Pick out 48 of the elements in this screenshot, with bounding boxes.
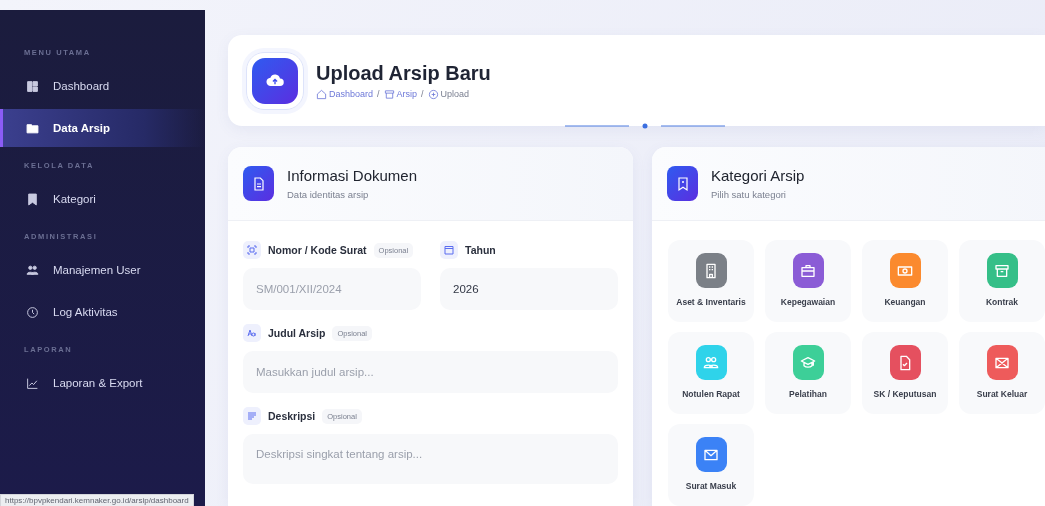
field-label: Judul Arsip xyxy=(268,327,326,339)
field-label: Nomor / Kode Surat xyxy=(268,244,367,256)
breadcrumb-link[interactable]: Dashboard xyxy=(329,89,374,99)
field-label: Deskripsi xyxy=(268,410,316,422)
category-option[interactable]: Surat Keluar xyxy=(959,332,1045,414)
card-subtitle: Pilih satu kategori xyxy=(711,189,787,200)
category-option[interactable]: Pelatihan xyxy=(765,332,851,414)
category-option[interactable]: Kepegawaian xyxy=(765,240,851,322)
clock-icon xyxy=(26,305,39,319)
sidebar-item[interactable]: Laporan & Export xyxy=(0,364,205,402)
card-title: Kategori Arsip xyxy=(711,167,805,184)
sidebar-item[interactable]: Dashboard xyxy=(0,67,205,105)
field-label: Tahun xyxy=(465,244,496,256)
calendar-icon xyxy=(440,241,458,259)
card-title: Informasi Dokumen xyxy=(287,167,418,184)
text-icon xyxy=(243,324,261,342)
breadcrumb-separator: / xyxy=(377,89,380,99)
sidebar-item[interactable]: Log Aktivitas xyxy=(0,293,205,331)
users-icon xyxy=(26,263,39,277)
scan-icon xyxy=(243,241,261,259)
breadcrumb-link[interactable]: Upload xyxy=(440,89,470,99)
category-option[interactable]: Keuangan xyxy=(862,240,948,322)
archive-icon xyxy=(383,88,395,100)
bookmark-icon xyxy=(26,192,39,206)
sidebar-item[interactable]: Kategori xyxy=(0,180,205,218)
bookmark-icon xyxy=(667,166,698,201)
status-url: https://bpvpkendari.kemnaker.go.id/arsip/dashboard xyxy=(0,494,194,506)
input-field[interactable]: 2026 xyxy=(440,268,618,310)
description-field[interactable]: Deskripsi singkat tentang arsip... xyxy=(243,434,618,484)
page-title: Upload Arsip Baru xyxy=(316,61,491,85)
category-option[interactable]: Notulen Rapat xyxy=(668,332,754,414)
folder-icon xyxy=(26,121,39,135)
category-option[interactable]: Aset & Inventaris xyxy=(668,240,754,322)
document-icon xyxy=(243,166,274,201)
card-subtitle: Data identitas arsip xyxy=(287,189,370,200)
chart-icon xyxy=(26,376,39,390)
category-option[interactable]: Kontrak xyxy=(959,240,1045,322)
sidebar-item[interactable]: Manajemen User xyxy=(0,251,205,289)
home-icon xyxy=(316,88,327,100)
input-field[interactable]: SM/001/XII/2024 xyxy=(243,268,421,310)
category-option[interactable]: SK / Keputusan xyxy=(862,332,948,414)
plus-icon xyxy=(427,88,439,100)
lines-icon xyxy=(243,407,261,425)
input-field[interactable]: Masukkan judul arsip... xyxy=(243,351,618,393)
category-option[interactable]: Surat Masuk xyxy=(668,424,754,506)
layout-icon xyxy=(26,79,39,93)
breadcrumb-link[interactable]: Arsip xyxy=(396,89,418,99)
breadcrumb-separator: / xyxy=(421,89,424,99)
